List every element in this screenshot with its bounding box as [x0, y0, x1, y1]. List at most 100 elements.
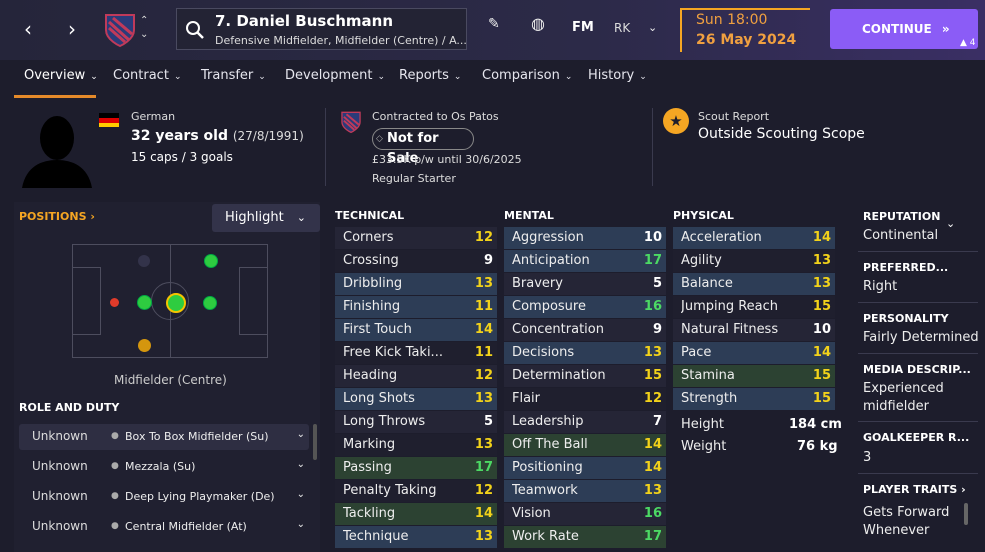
tab-reports[interactable]: Reports ⌄ — [399, 68, 461, 83]
day-time: Sun 18:00 — [696, 12, 768, 28]
attribute-row[interactable]: Dribbling 13 — [335, 273, 497, 295]
attribute-name: Work Rate — [512, 529, 579, 544]
club-crest-icon[interactable] — [103, 12, 137, 48]
attribute-name: Anticipation — [512, 253, 590, 268]
attribute-row[interactable]: Anticipation 17 — [504, 250, 666, 272]
attribute-row[interactable]: Concentration 9 — [504, 319, 666, 341]
position-dot-selected[interactable] — [166, 293, 186, 313]
chevron-down-icon[interactable]: ⌄ — [648, 21, 657, 34]
attribute-name: Aggression — [512, 230, 584, 245]
role-row[interactable]: Unknown ● Central Midfielder (At) ⌄ — [19, 514, 309, 540]
attribute-row[interactable]: Tackling 14 — [335, 503, 497, 525]
attribute-row[interactable]: Long Throws 5 — [335, 411, 497, 433]
attribute-row[interactable]: Long Shots 13 — [335, 388, 497, 410]
attribute-row[interactable]: Vision 16 — [504, 503, 666, 525]
attribute-row[interactable]: Balance 13 — [673, 273, 835, 295]
technical-header: TECHNICAL — [335, 209, 405, 222]
info-icon: ● — [111, 521, 119, 531]
tab-development[interactable]: Development ⌄ — [285, 68, 385, 83]
attribute-name: Stamina — [681, 368, 735, 383]
attribute-row[interactable]: Leadership 7 — [504, 411, 666, 433]
attribute-row[interactable]: Passing 17 — [335, 457, 497, 479]
role-duty-label: ROLE AND DUTY — [19, 401, 120, 414]
transfer-status-badge[interactable]: ◇ Not for Sale — [372, 128, 474, 166]
tab-history[interactable]: History ⌄ — [588, 68, 647, 83]
attribute-row[interactable]: Agility 13 — [673, 250, 835, 272]
scout-report-value[interactable]: Outside Scouting Scope — [698, 126, 865, 142]
attribute-row[interactable]: Determination 15 — [504, 365, 666, 387]
attribute-row[interactable]: Flair 12 — [504, 388, 666, 410]
tab-comparison[interactable]: Comparison ⌄ — [482, 68, 572, 83]
club-crest-small-icon — [341, 111, 361, 134]
player-traits-link[interactable]: PLAYER TRAITS › — [863, 483, 973, 496]
attribute-row[interactable]: Corners 12 — [335, 227, 497, 249]
attribute-value: 13 — [812, 253, 831, 268]
fm-menu[interactable]: FM — [572, 20, 594, 35]
attribute-row[interactable]: Work Rate 17 — [504, 526, 666, 548]
attribute-row[interactable]: Aggression 10 — [504, 227, 666, 249]
contract-title: Contracted to Os Patos — [372, 110, 499, 123]
attribute-row[interactable]: Jumping Reach 15 — [673, 296, 835, 318]
highlight-dropdown[interactable]: Highlight ⌄ — [212, 204, 320, 232]
chevron-down-icon: ⌄ — [296, 429, 305, 440]
attribute-name: Natural Fitness — [681, 322, 779, 337]
info-icon: ● — [111, 431, 119, 441]
attribute-row[interactable]: Stamina 15 — [673, 365, 835, 387]
attribute-name: Pace — [681, 345, 712, 360]
player-search-box[interactable]: 7. Daniel Buschmann Defensive Midfielder… — [176, 8, 467, 50]
attribute-row[interactable]: Heading 12 — [335, 365, 497, 387]
tab-contract[interactable]: Contract ⌄ — [113, 68, 181, 83]
height-label: Height — [681, 417, 724, 432]
attribute-row[interactable]: Teamwork 13 — [504, 480, 666, 502]
attribute-row[interactable]: Crossing 9 — [335, 250, 497, 272]
attribute-name: Long Shots — [343, 391, 415, 406]
attribute-row[interactable]: Pace 14 — [673, 342, 835, 364]
attribute-value: 10 — [812, 322, 831, 337]
attribute-value: 15 — [812, 368, 831, 383]
globe-icon[interactable]: ◍ — [531, 14, 545, 33]
continue-button[interactable]: CONTINUE » — [830, 9, 978, 49]
forward-arrow-icon[interactable]: › — [62, 16, 82, 42]
attribute-row[interactable]: First Touch 14 — [335, 319, 497, 341]
attribute-row[interactable]: Decisions 13 — [504, 342, 666, 364]
rk-menu[interactable]: RK — [614, 21, 630, 35]
attribute-row[interactable]: Finishing 11 — [335, 296, 497, 318]
attribute-name: Marking — [343, 437, 396, 452]
attribute-row[interactable]: Marking 13 — [335, 434, 497, 456]
role-row[interactable]: Unknown ● Deep Lying Playmaker (De) ⌄ — [19, 484, 309, 510]
scrollbar[interactable] — [964, 503, 968, 525]
reputation-value: Continental — [863, 228, 939, 243]
attribute-row[interactable]: Positioning 14 — [504, 457, 666, 479]
info-icon: ● — [111, 461, 119, 471]
role-row[interactable]: Unknown ● Mezzala (Su) ⌄ — [19, 454, 309, 480]
attribute-row[interactable]: Penalty Taking 12 — [335, 480, 497, 502]
positions-link[interactable]: POSITIONS › — [19, 210, 95, 223]
attribute-row[interactable]: Composure 16 — [504, 296, 666, 318]
attribute-row[interactable]: Technique 13 — [335, 526, 497, 548]
attribute-value: 14 — [643, 460, 662, 475]
attribute-value: 13 — [474, 529, 493, 544]
attribute-row[interactable]: Natural Fitness 10 — [673, 319, 835, 341]
tab-overview[interactable]: Overview ⌄ — [24, 68, 98, 83]
chevron-down-icon: ⌄ — [296, 489, 305, 500]
chevron-down-icon[interactable]: ⌄ — [946, 217, 955, 230]
date-display[interactable]: Sun 18:00 26 May 2024 — [680, 8, 810, 52]
position-dot-natural — [203, 296, 217, 310]
scrollbar[interactable] — [313, 424, 317, 460]
attribute-row[interactable]: Off The Ball 14 — [504, 434, 666, 456]
edit-pencil-icon[interactable]: ✎ — [488, 16, 500, 32]
role-row[interactable]: Unknown ● Box To Box Midfielder (Su) ⌄ — [19, 424, 309, 450]
attribute-name: Dribbling — [343, 276, 403, 291]
attribute-row[interactable]: Strength 15 — [673, 388, 835, 410]
attribute-row[interactable]: Bravery 5 — [504, 273, 666, 295]
chevron-down-icon: ⌄ — [296, 211, 306, 224]
attribute-row[interactable]: Acceleration 14 — [673, 227, 835, 249]
attribute-name: Off The Ball — [512, 437, 588, 452]
attribute-value: 17 — [643, 253, 662, 268]
player-switch-icon[interactable]: ⌃ ⌄ — [140, 14, 148, 42]
attribute-row[interactable]: Free Kick Taki... 11 — [335, 342, 497, 364]
back-arrow-icon[interactable]: ‹ — [18, 16, 38, 42]
tab-transfer[interactable]: Transfer ⌄ — [201, 68, 266, 83]
star-icon: ★ — [663, 108, 689, 134]
nationality: German — [131, 110, 176, 123]
